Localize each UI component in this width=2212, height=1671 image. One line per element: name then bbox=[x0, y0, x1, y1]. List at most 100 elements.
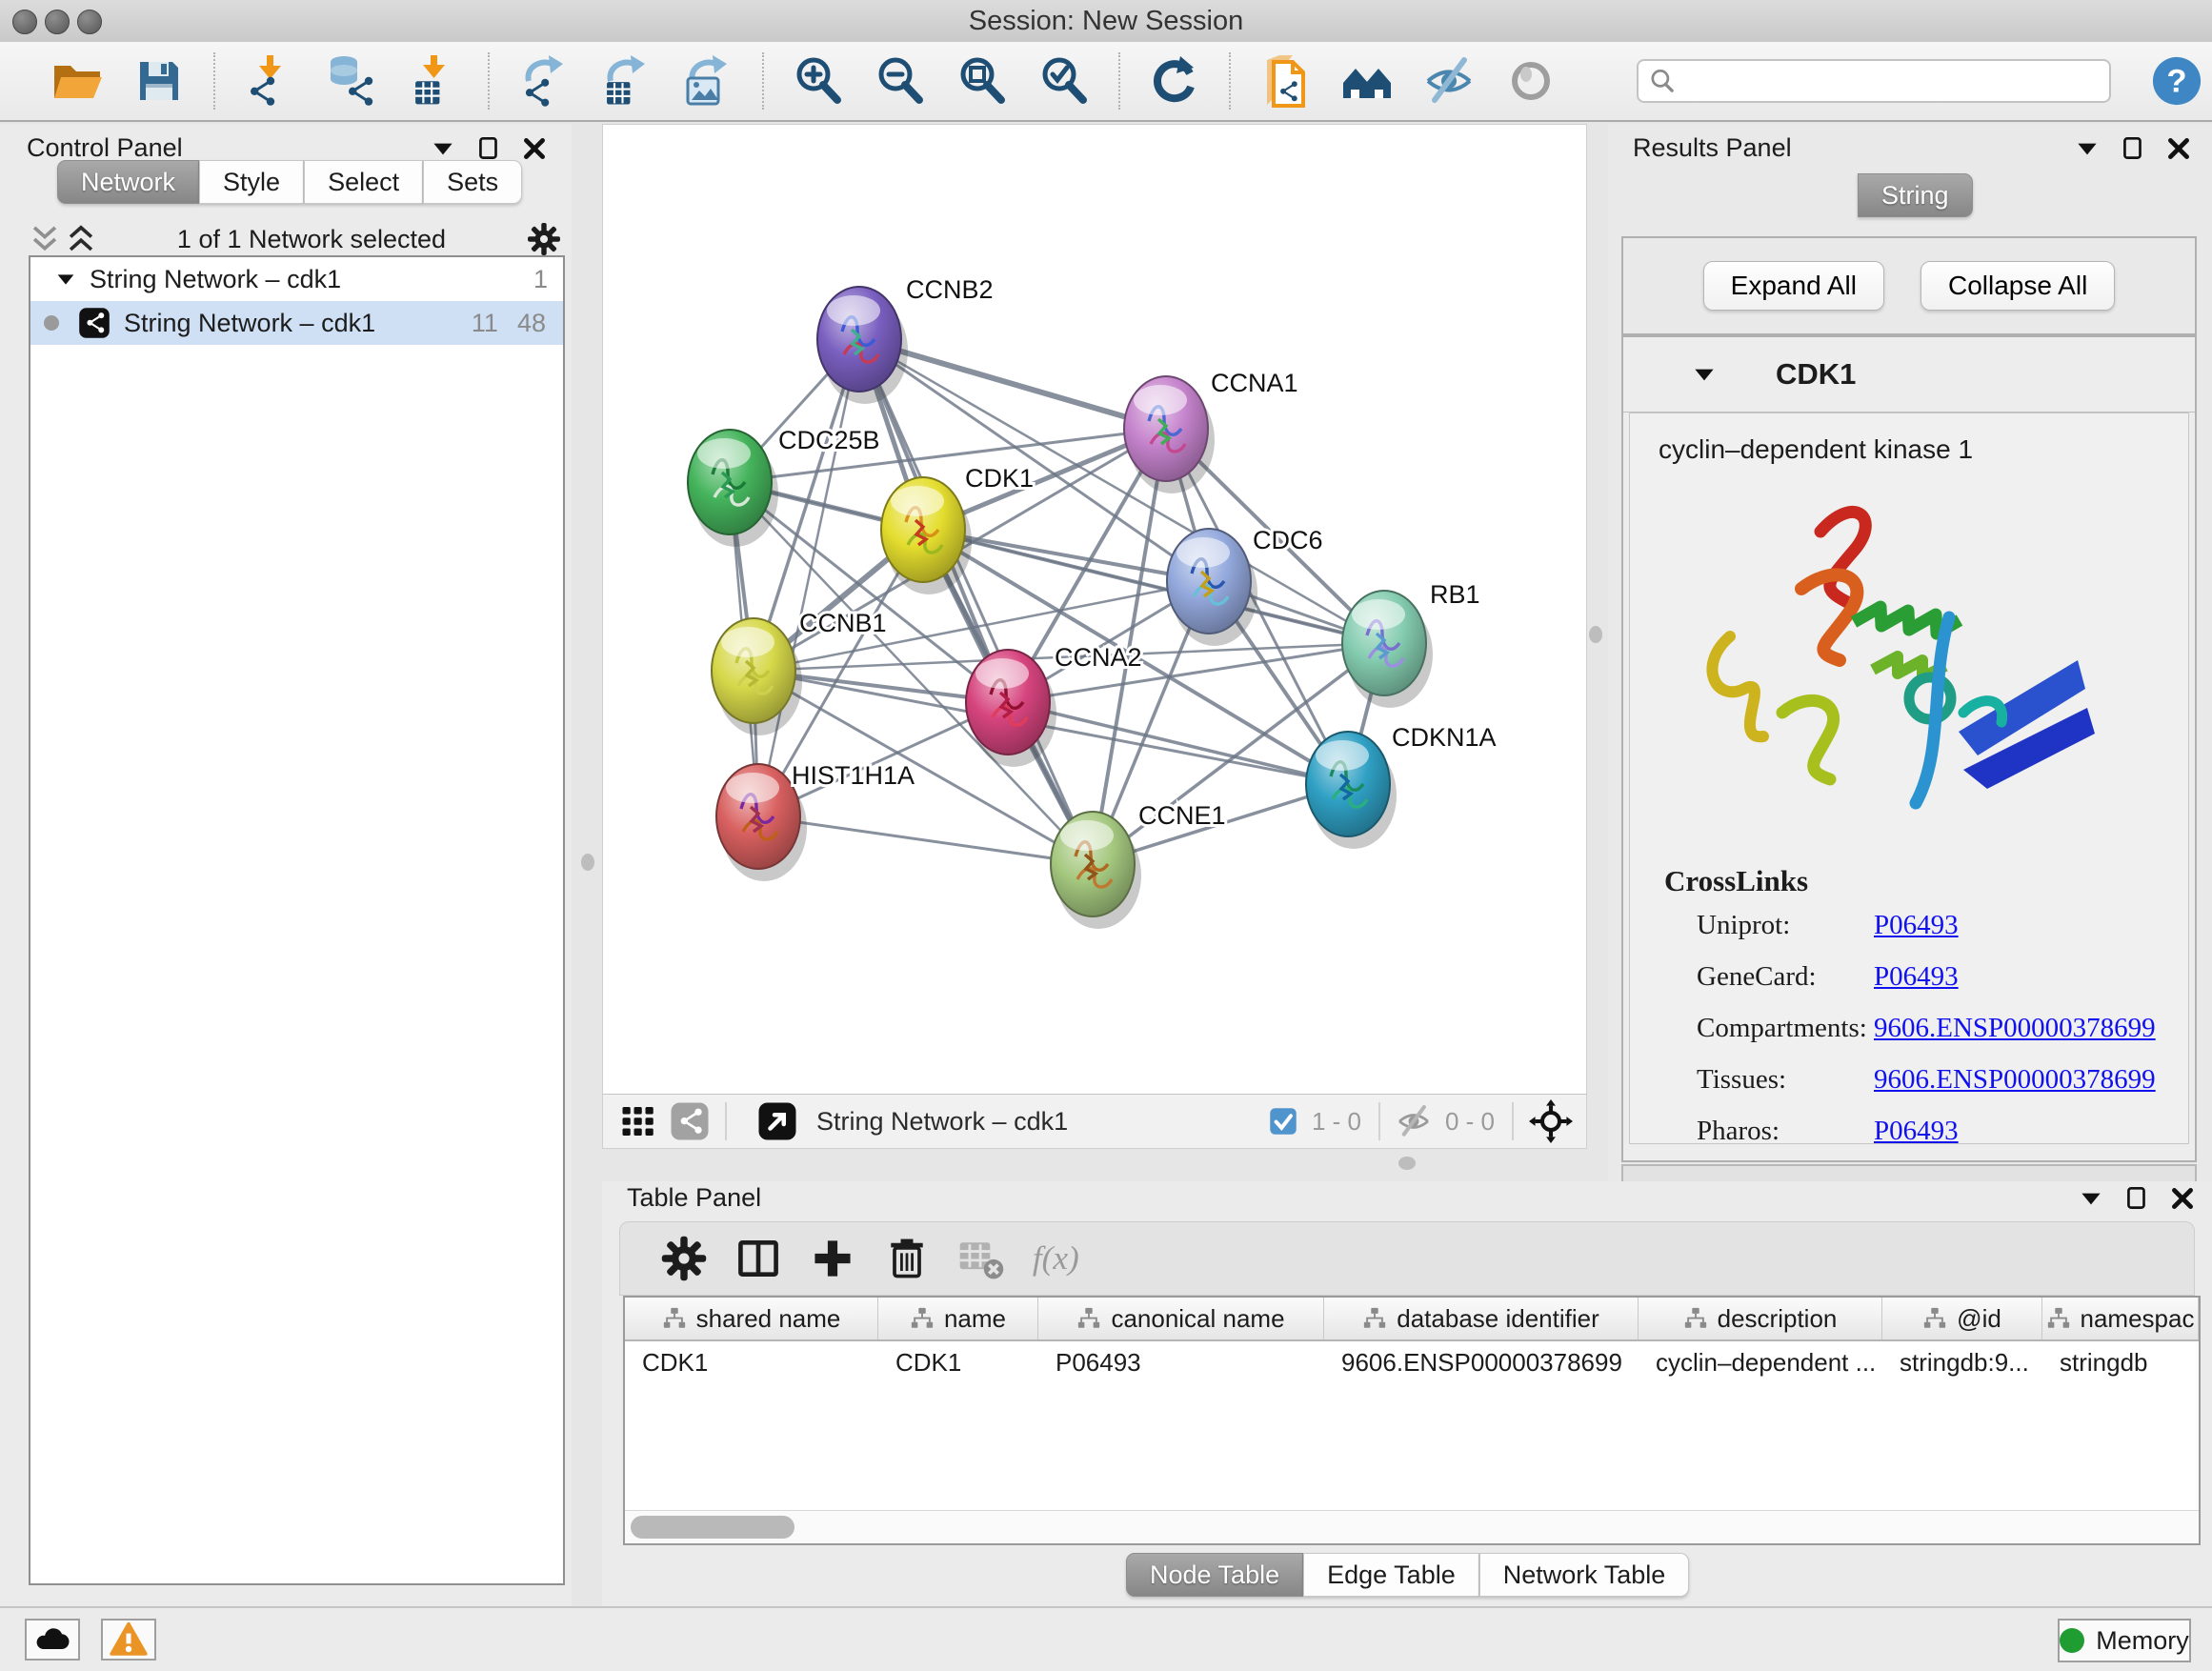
tab-edge-table[interactable]: Edge Table bbox=[1303, 1553, 1479, 1597]
cell-shared-name[interactable]: CDK1 bbox=[625, 1348, 878, 1378]
selected-checkbox-icon[interactable] bbox=[1268, 1106, 1298, 1137]
table-scrollbar-track[interactable] bbox=[625, 1510, 2199, 1543]
add-column-icon[interactable] bbox=[808, 1234, 857, 1283]
edge-CCNA2-CDKN1A[interactable] bbox=[1008, 702, 1348, 784]
network-view-icon[interactable] bbox=[670, 1101, 710, 1141]
table-settings-icon[interactable] bbox=[659, 1234, 709, 1283]
column-header-canonical-name[interactable]: canonical name bbox=[1038, 1298, 1324, 1339]
panel-close-icon[interactable] bbox=[2168, 1184, 2197, 1213]
panel-float-icon[interactable] bbox=[2119, 134, 2147, 163]
import-network-database-button[interactable] bbox=[325, 54, 378, 108]
crosslink-link[interactable]: 9606.ENSP00000378699 bbox=[1874, 1013, 2156, 1044]
node-CDC25B[interactable] bbox=[688, 430, 778, 547]
section-expander-icon[interactable] bbox=[1690, 360, 1719, 389]
string-home-button[interactable] bbox=[1340, 54, 1394, 108]
tab-select[interactable]: Select bbox=[304, 160, 423, 204]
expand-all-button[interactable]: Expand All bbox=[1703, 261, 1884, 311]
cdk1-section-header[interactable]: CDK1 bbox=[1623, 337, 2195, 413]
panel-menu-icon[interactable] bbox=[2077, 1184, 2105, 1213]
collection-expander-icon[interactable] bbox=[53, 267, 78, 292]
zoom-fit-button[interactable] bbox=[955, 54, 1009, 108]
refresh-view-button[interactable] bbox=[1148, 54, 1201, 108]
search-input[interactable] bbox=[1677, 66, 2090, 97]
panel-float-icon[interactable] bbox=[474, 134, 503, 163]
grid-view-icon[interactable] bbox=[618, 1101, 658, 1141]
table-row[interactable]: CDK1CDK1P064939606.ENSP00000378699cyclin… bbox=[625, 1341, 2199, 1383]
column-header-@id[interactable]: @id bbox=[1882, 1298, 2042, 1339]
cloud-button[interactable] bbox=[25, 1619, 80, 1661]
show-columns-icon[interactable] bbox=[734, 1234, 783, 1283]
cell-namespac[interactable]: stringdb bbox=[2042, 1348, 2199, 1378]
node-CCNB1[interactable] bbox=[712, 618, 802, 735]
node-CDKN1A[interactable] bbox=[1306, 732, 1397, 849]
column-header-shared-name[interactable]: shared name bbox=[625, 1298, 878, 1339]
tab-sets[interactable]: Sets bbox=[423, 160, 522, 204]
column-header-description[interactable]: description bbox=[1639, 1298, 1882, 1339]
edge-HIST1H1A-CCNE1[interactable] bbox=[758, 816, 1093, 864]
crosslink-link[interactable]: P06493 bbox=[1874, 961, 1959, 993]
tab-style[interactable]: Style bbox=[199, 160, 304, 204]
zoom-selected-button[interactable] bbox=[1037, 54, 1091, 108]
hide-unhide-button[interactable] bbox=[1422, 54, 1476, 108]
horizontal-splitter-handle[interactable] bbox=[1398, 1157, 1416, 1170]
panel-menu-icon[interactable] bbox=[2073, 134, 2101, 163]
export-table-button[interactable] bbox=[599, 54, 653, 108]
panel-float-icon[interactable] bbox=[2122, 1184, 2151, 1213]
detach-view-icon[interactable] bbox=[757, 1101, 797, 1141]
panel-close-icon[interactable] bbox=[520, 134, 549, 163]
expand-all-networks-icon[interactable] bbox=[65, 223, 97, 255]
panel-close-icon[interactable] bbox=[2164, 134, 2193, 163]
zoom-out-button[interactable] bbox=[874, 54, 927, 108]
column-header-database-identifier[interactable]: database identifier bbox=[1324, 1298, 1639, 1339]
table-scrollbar-thumb[interactable] bbox=[631, 1516, 794, 1539]
column-header-name[interactable]: name bbox=[878, 1298, 1038, 1339]
network-view-canvas[interactable]: CCNB2CCNA1CDC25BCDK1CDC6RB1CCNB1CCNA2CDK… bbox=[602, 124, 1587, 1096]
crosslink-link[interactable]: P06493 bbox=[1874, 910, 1959, 941]
delete-table-icon[interactable] bbox=[956, 1234, 1006, 1283]
tab-string[interactable]: String bbox=[1858, 173, 1973, 217]
cell-name[interactable]: CDK1 bbox=[878, 1348, 1038, 1378]
export-network-button[interactable] bbox=[517, 54, 571, 108]
collapse-all-networks-icon[interactable] bbox=[29, 223, 61, 255]
column-header-namespac[interactable]: namespac bbox=[2042, 1298, 2199, 1339]
window-close-button[interactable] bbox=[12, 10, 37, 34]
open-session-button[interactable] bbox=[50, 54, 104, 108]
cell-@id[interactable]: stringdb:9... bbox=[1882, 1348, 2042, 1378]
node-CCNB2[interactable] bbox=[817, 287, 908, 404]
cell-canonical-name[interactable]: P06493 bbox=[1038, 1348, 1324, 1378]
delete-column-icon[interactable] bbox=[882, 1234, 932, 1283]
network-row-selected[interactable]: String Network – cdk1 11 48 bbox=[30, 301, 563, 345]
node-CDC6[interactable] bbox=[1167, 529, 1257, 646]
node-RB1[interactable] bbox=[1342, 591, 1433, 708]
node-table[interactable]: shared namenamecanonical namedatabase id… bbox=[623, 1296, 2201, 1545]
memory-button[interactable]: Memory bbox=[2058, 1619, 2191, 1662]
node-CCNE1[interactable] bbox=[1051, 812, 1141, 929]
crosslink-link[interactable]: 9606.ENSP00000378699 bbox=[1874, 1064, 2156, 1096]
window-zoom-button[interactable] bbox=[77, 10, 102, 34]
tab-node-table[interactable]: Node Table bbox=[1126, 1553, 1303, 1597]
left-splitter-handle[interactable] bbox=[581, 854, 594, 871]
show-graphics-details-button[interactable] bbox=[1504, 54, 1558, 108]
tab-network-table[interactable]: Network Table bbox=[1479, 1553, 1690, 1597]
right-splitter-handle[interactable] bbox=[1589, 626, 1602, 643]
collapse-all-button[interactable]: Collapse All bbox=[1920, 261, 2115, 311]
edge-CCNB2-HIST1H1A[interactable] bbox=[758, 339, 859, 816]
node-CCNA2[interactable] bbox=[966, 650, 1056, 767]
tab-network[interactable]: Network bbox=[57, 160, 199, 204]
birds-eye-view-icon[interactable] bbox=[1529, 1099, 1573, 1143]
search-field[interactable] bbox=[1637, 59, 2111, 103]
window-minimize-button[interactable] bbox=[45, 10, 70, 34]
crosslink-link[interactable]: P06493 bbox=[1874, 1116, 1959, 1144]
warnings-button[interactable] bbox=[101, 1619, 156, 1661]
network-options-gear-icon[interactable] bbox=[526, 221, 562, 257]
zoom-in-button[interactable] bbox=[792, 54, 845, 108]
save-session-button[interactable] bbox=[132, 54, 186, 108]
panel-menu-icon[interactable] bbox=[429, 134, 457, 163]
function-builder-icon[interactable]: f(x) bbox=[1031, 1234, 1080, 1283]
export-image-button[interactable] bbox=[681, 54, 734, 108]
network-collection-row[interactable]: String Network – cdk1 1 bbox=[30, 257, 563, 301]
help-button[interactable]: ? bbox=[2151, 55, 2202, 107]
cell-description[interactable]: cyclin–dependent ... bbox=[1639, 1348, 1882, 1378]
cell-database-identifier[interactable]: 9606.ENSP00000378699 bbox=[1324, 1348, 1639, 1378]
annotation-document-button[interactable] bbox=[1258, 54, 1312, 108]
